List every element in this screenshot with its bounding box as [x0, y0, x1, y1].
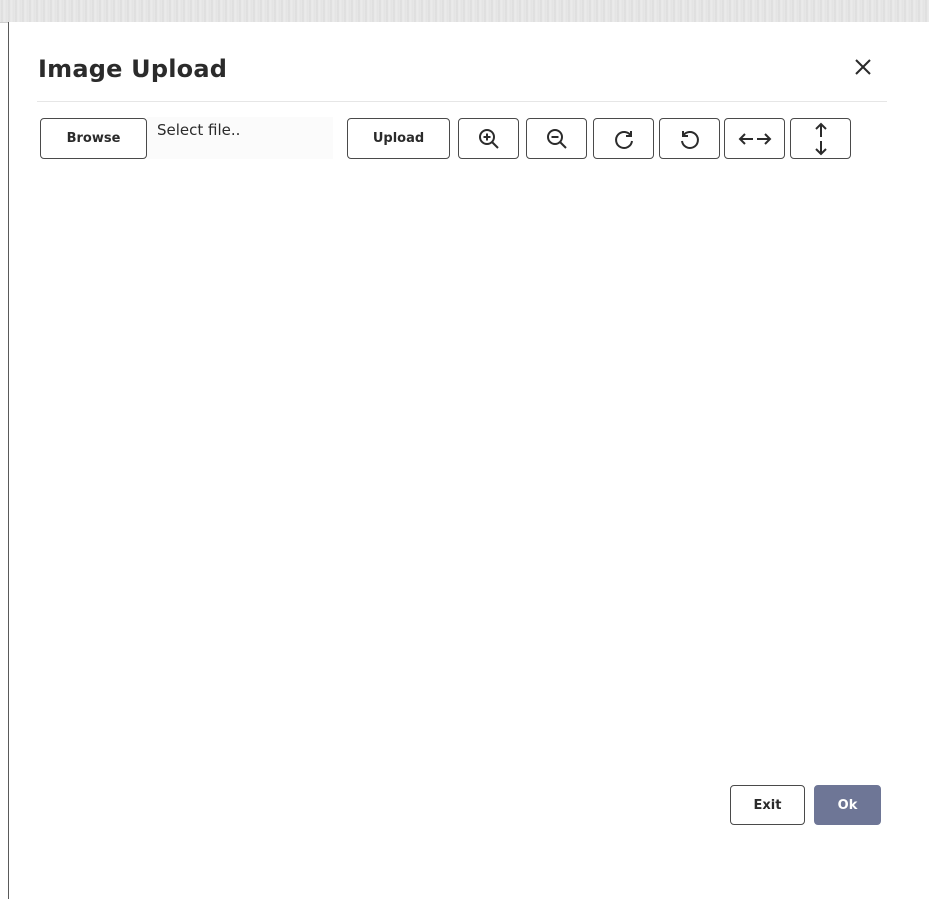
- close-icon: [854, 58, 872, 76]
- close-button[interactable]: [848, 52, 878, 82]
- rotate-clockwise-button[interactable]: [593, 118, 654, 159]
- header-divider: [37, 101, 887, 102]
- ok-button[interactable]: Ok: [814, 785, 881, 825]
- flip-horizontal-icon: [738, 129, 772, 149]
- flip-horizontal-button[interactable]: [724, 118, 785, 159]
- rotate-counterclockwise-button[interactable]: [659, 118, 720, 159]
- flip-vertical-icon: [811, 122, 831, 156]
- zoom-in-icon: [477, 127, 501, 151]
- rotate-counterclockwise-icon: [678, 127, 702, 151]
- dialog-title: Image Upload: [38, 55, 228, 83]
- browse-button[interactable]: Browse: [40, 118, 147, 159]
- rotate-clockwise-icon: [612, 127, 636, 151]
- upload-button[interactable]: Upload: [347, 118, 450, 159]
- zoom-in-button[interactable]: [458, 118, 519, 159]
- zoom-out-button[interactable]: [526, 118, 587, 159]
- ok-button-label: Ok: [837, 797, 858, 813]
- zoom-out-icon: [545, 127, 569, 151]
- image-preview-area: [38, 170, 888, 770]
- flip-vertical-button[interactable]: [790, 118, 851, 159]
- exit-button[interactable]: Exit: [730, 785, 805, 825]
- browse-button-label: Browse: [66, 131, 121, 146]
- file-name-field[interactable]: Select file..: [147, 117, 333, 159]
- upload-button-label: Upload: [372, 131, 425, 146]
- exit-button-label: Exit: [753, 797, 782, 813]
- background-strip: [0, 0, 929, 23]
